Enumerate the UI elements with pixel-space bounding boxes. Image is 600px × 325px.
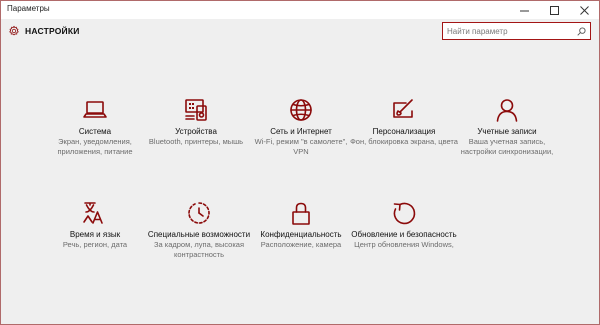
search-box[interactable] — [442, 22, 591, 40]
tile-name: Учетные записи — [477, 127, 537, 136]
tile-description: Ваша учетная запись, настройки синхрониз… — [460, 137, 554, 156]
globe-icon — [290, 99, 312, 121]
tile-name: Специальные возможности — [147, 230, 251, 239]
window-controls — [509, 1, 599, 19]
tile-accessibility[interactable]: Специальные возможности За кадром, лупа,… — [145, 200, 253, 259]
tile-devices[interactable]: Устройства Bluetooth, принтеры, мышь — [142, 97, 250, 147]
minimize-button[interactable] — [509, 1, 539, 19]
tile-description: Фон, блокировка экрана, цвета — [350, 137, 458, 146]
devices-icon — [185, 99, 207, 121]
accessibility-icon — [188, 202, 210, 224]
close-icon — [579, 5, 589, 15]
tile-name: Время и язык — [69, 230, 121, 239]
tile-name: Конфиденциальность — [260, 230, 342, 239]
tile-personalization[interactable]: Персонализация Фон, блокировка экрана, ц… — [350, 97, 458, 147]
language-icon — [83, 202, 103, 224]
tile-description: Bluetooth, принтеры, мышь — [148, 137, 244, 146]
tile-description: Wi-Fi, режим "в самолете", VPN — [254, 137, 348, 156]
tile-time-language[interactable]: Время и язык Речь, регион, дата — [41, 200, 149, 250]
tile-privacy[interactable]: Конфиденциальность Расположение, камера — [247, 200, 355, 250]
search-icon[interactable] — [577, 27, 586, 36]
tile-name: Сеть и Интернет — [270, 127, 332, 136]
tile-accounts[interactable]: Учетные записи Ваша учетная запись, наст… — [453, 97, 561, 156]
tile-network[interactable]: Сеть и Интернет Wi-Fi, режим "в самолете… — [247, 97, 355, 156]
tile-name: Устройства — [175, 127, 217, 136]
tile-name: Обновление и безопасность — [351, 230, 457, 239]
settings-header: НАСТРОЙКИ — [1, 19, 599, 45]
tile-update-security[interactable]: Обновление и безопасность Центр обновлен… — [350, 200, 458, 250]
close-button[interactable] — [569, 1, 599, 19]
title-bar[interactable]: Параметры — [1, 1, 599, 19]
person-icon — [496, 99, 518, 122]
tile-name: Персонализация — [372, 127, 436, 136]
gear-icon — [9, 25, 19, 36]
window-title: Параметры — [7, 4, 50, 13]
lock-icon — [292, 202, 310, 225]
tile-name: Система — [78, 127, 112, 136]
settings-window: Параметры НАСТРОЙКИ Найти параметр Систе… — [0, 0, 600, 325]
tile-description: Расположение, камера — [260, 240, 342, 249]
page-title: НАСТРОЙКИ — [25, 26, 80, 36]
maximize-icon — [549, 5, 559, 15]
tile-description: Речь, регион, дата — [62, 240, 128, 249]
maximize-button[interactable] — [539, 1, 569, 19]
search-input[interactable] — [447, 26, 575, 36]
minimize-icon — [519, 10, 529, 11]
tile-description: Центр обновления Windows, — [354, 240, 454, 249]
tile-system[interactable]: Система Экран, уведомления, приложения, … — [41, 97, 149, 156]
tile-description: За кадром, лупа, высокая контрастность — [153, 240, 245, 259]
laptop-icon — [83, 101, 107, 118]
paint-icon — [393, 99, 413, 118]
update-icon — [393, 202, 416, 225]
tile-description: Экран, уведомления, приложения, питание — [57, 137, 133, 156]
